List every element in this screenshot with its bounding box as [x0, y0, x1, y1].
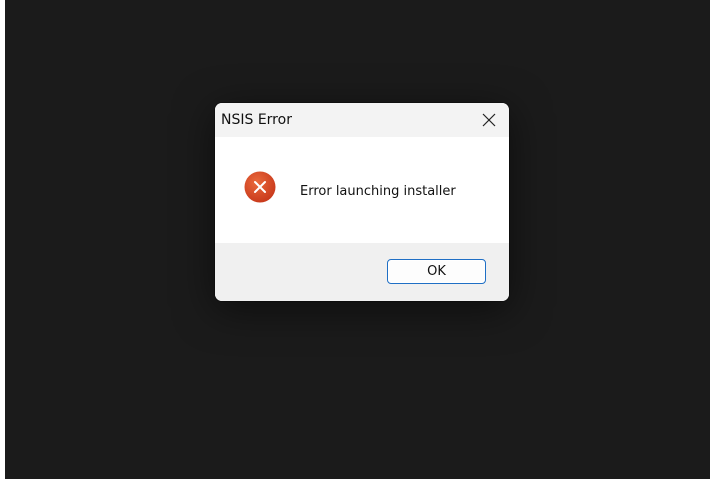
dialog-footer: OK	[215, 243, 509, 301]
error-message: Error launching installer	[300, 184, 456, 199]
close-icon	[482, 113, 496, 127]
error-icon	[244, 171, 276, 203]
close-button[interactable]	[469, 103, 509, 137]
ok-button[interactable]: OK	[387, 259, 486, 284]
dialog-title: NSIS Error	[221, 112, 292, 128]
desktop-background: NSIS Error Error launching installer OK	[5, 0, 710, 479]
dialog-titlebar[interactable]: NSIS Error	[215, 103, 509, 137]
dialog-content: Error launching installer	[215, 137, 509, 243]
error-dialog: NSIS Error Error launching installer OK	[215, 103, 509, 301]
